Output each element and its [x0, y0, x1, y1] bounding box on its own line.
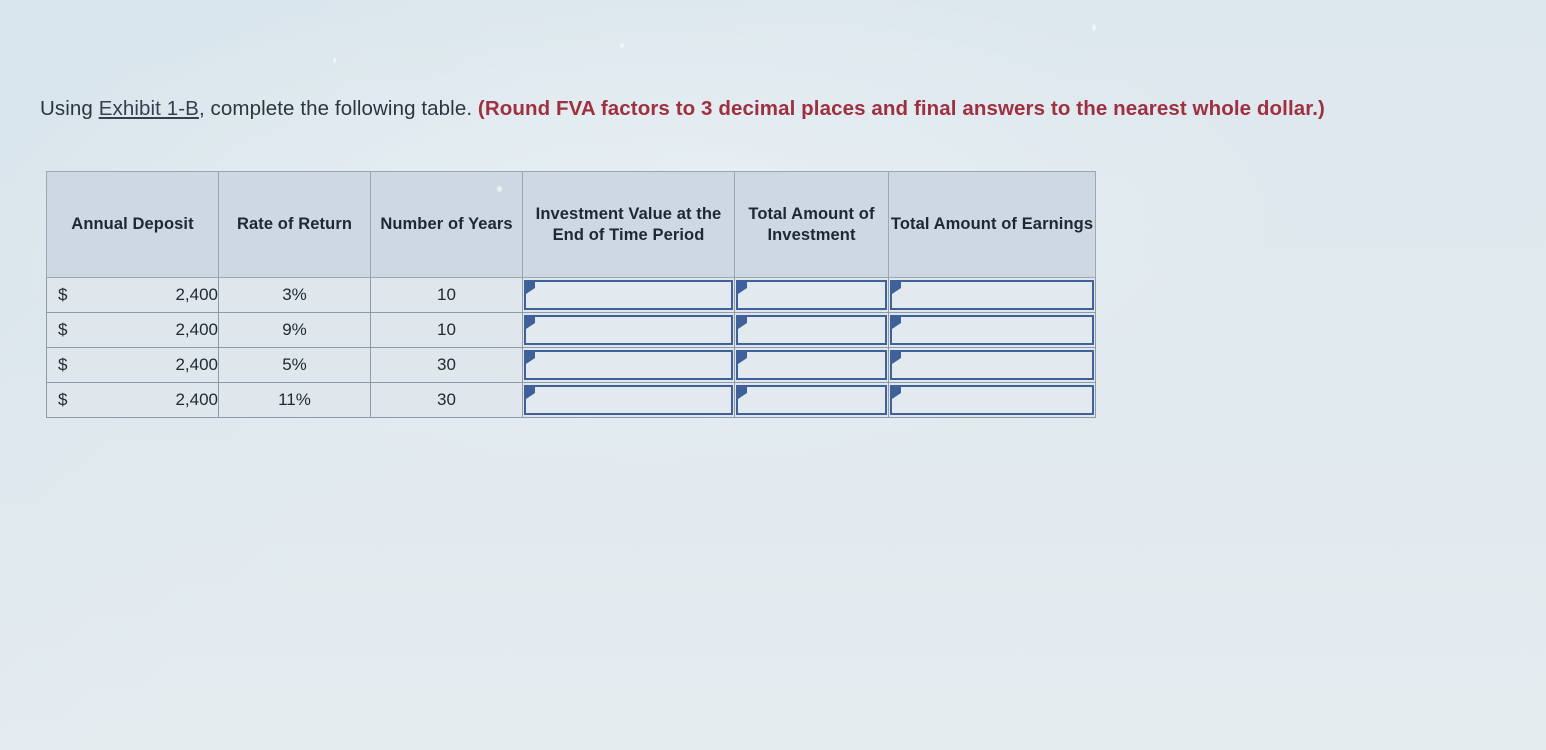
exhibit-1-b-link[interactable]: Exhibit 1-B: [99, 97, 199, 120]
cell-number-of-years: 30: [370, 382, 523, 418]
cell-total-investment[interactable]: [734, 382, 889, 418]
cell-investment-value[interactable]: [522, 347, 735, 383]
cell-total-earnings[interactable]: [888, 312, 1096, 348]
cell-annual-deposit: $ 2,400: [46, 277, 219, 313]
total-investment-input[interactable]: [735, 278, 888, 312]
table-row: $ 2,400 11% 30: [46, 382, 1096, 418]
column-header-annual-deposit: Annual Deposit: [46, 171, 219, 278]
currency-symbol: $: [58, 320, 68, 339]
photo-speck: [1092, 24, 1096, 31]
total-investment-input[interactable]: [735, 383, 888, 417]
cell-number-of-years: 10: [370, 312, 523, 348]
cell-annual-deposit: $ 2,400: [46, 312, 219, 348]
cell-total-investment[interactable]: [734, 312, 889, 348]
total-investment-input[interactable]: [735, 348, 888, 382]
total-investment-input[interactable]: [735, 313, 888, 347]
investment-value-input[interactable]: [523, 278, 734, 312]
annual-deposit-value: 2,400: [175, 285, 218, 304]
annual-deposit-value: 2,400: [175, 320, 218, 339]
cell-investment-value[interactable]: [522, 277, 735, 313]
photo-speck: [620, 43, 624, 48]
table-row: $ 2,400 3% 10: [46, 277, 1096, 313]
cell-number-of-years: 30: [370, 347, 523, 383]
instruction-text: Using Exhibit 1-B, complete the followin…: [40, 94, 1450, 123]
cell-total-investment[interactable]: [734, 277, 889, 313]
column-header-rate-of-return: Rate of Return: [218, 171, 371, 278]
investment-value-input[interactable]: [523, 313, 734, 347]
cell-rate-of-return: 3%: [218, 277, 371, 313]
annual-deposit-value: 2,400: [175, 390, 218, 409]
total-earnings-input[interactable]: [889, 278, 1095, 312]
cell-total-earnings[interactable]: [888, 347, 1096, 383]
cell-annual-deposit: $ 2,400: [46, 382, 219, 418]
cell-annual-deposit: $ 2,400: [46, 347, 219, 383]
table-header-row: Annual Deposit Rate of Return Number of …: [46, 171, 1096, 278]
column-header-number-of-years: Number of Years: [370, 171, 523, 278]
total-earnings-input[interactable]: [889, 348, 1095, 382]
total-earnings-input[interactable]: [889, 313, 1095, 347]
cell-rate-of-return: 9%: [218, 312, 371, 348]
table-header: Annual Deposit Rate of Return Number of …: [46, 171, 1096, 278]
cell-investment-value[interactable]: [522, 382, 735, 418]
investment-value-input[interactable]: [523, 348, 734, 382]
investment-value-input[interactable]: [523, 383, 734, 417]
annual-deposit-value: 2,400: [175, 355, 218, 374]
currency-symbol: $: [58, 285, 68, 304]
cell-total-investment[interactable]: [734, 347, 889, 383]
cell-rate-of-return: 11%: [218, 382, 371, 418]
photo-speck: [333, 58, 336, 63]
table-body: $ 2,400 3% 10 $ 2,400 9% 10 $ 2,400 5% 3…: [46, 277, 1096, 418]
instruction-emphasis: (Round FVA factors to 3 decimal places a…: [477, 96, 1325, 120]
fva-table: Annual Deposit Rate of Return Number of …: [46, 171, 1096, 418]
table-row: $ 2,400 5% 30: [46, 347, 1096, 383]
cell-number-of-years: 10: [370, 277, 523, 313]
cell-rate-of-return: 5%: [218, 347, 371, 383]
currency-symbol: $: [58, 355, 68, 374]
cell-total-earnings[interactable]: [888, 277, 1096, 313]
total-earnings-input[interactable]: [889, 383, 1095, 417]
cell-investment-value[interactable]: [522, 312, 735, 348]
currency-symbol: $: [58, 390, 68, 409]
fva-table-container: Annual Deposit Rate of Return Number of …: [46, 171, 1096, 418]
column-header-total-earnings: Total Amount of Earnings: [888, 171, 1096, 278]
table-row: $ 2,400 9% 10: [46, 312, 1096, 348]
instruction-lead-after: , complete the following table.: [198, 96, 478, 120]
cell-total-earnings[interactable]: [888, 382, 1096, 418]
column-header-total-investment: Total Amount of Investment: [734, 171, 889, 278]
column-header-investment-value: Investment Value at the End of Time Peri…: [522, 171, 735, 278]
instruction-lead: Using: [40, 96, 99, 120]
